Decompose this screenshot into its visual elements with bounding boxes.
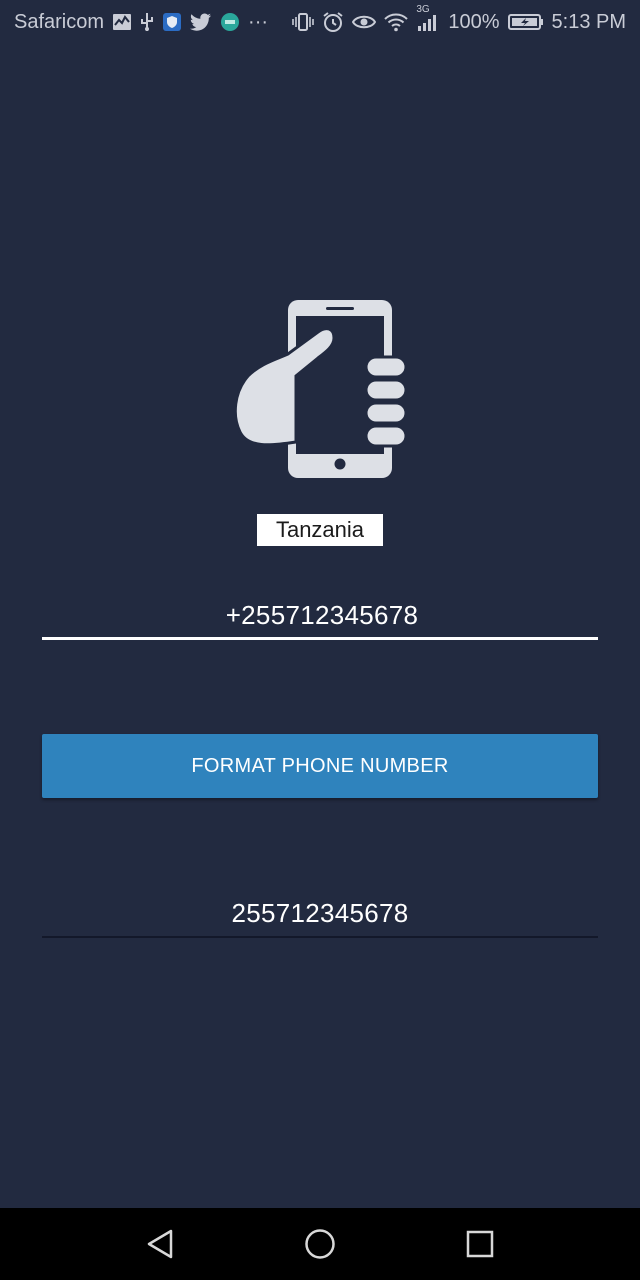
shield-icon xyxy=(162,12,182,32)
home-icon xyxy=(305,1229,335,1259)
navigation-bar xyxy=(0,1208,640,1280)
phone-input-field xyxy=(42,592,602,640)
status-bar-right: 3G 100% 5:13 PM xyxy=(292,4,626,34)
phone-number-input[interactable] xyxy=(42,592,602,638)
battery-charging-icon xyxy=(507,13,544,31)
country-label[interactable]: Tanzania xyxy=(257,514,383,546)
back-icon xyxy=(147,1229,173,1259)
status-bar-left: Safaricom ··· xyxy=(14,11,268,34)
signal-icon: 3G xyxy=(416,4,440,32)
eye-icon xyxy=(352,13,377,31)
app-badge-icon xyxy=(220,12,240,32)
formatted-result-field: 255712345678 xyxy=(42,890,598,938)
network-type-label: 3G xyxy=(416,4,430,15)
carrier-name: Safaricom xyxy=(14,10,105,33)
screen: Safaricom ··· 3G 100% 5:13 PM Tanzania +… xyxy=(0,0,640,1280)
formatted-result-value: 255712345678 xyxy=(231,898,409,928)
vibrate-icon xyxy=(292,12,315,32)
alarm-icon xyxy=(322,11,344,33)
status-bar: Safaricom ··· 3G 100% 5:13 PM xyxy=(0,0,640,44)
recents-button[interactable] xyxy=(450,1214,510,1274)
activity-icon xyxy=(112,13,132,31)
usb-icon xyxy=(140,12,154,32)
format-phone-number-button[interactable]: FORMAT PHONE NUMBER xyxy=(42,734,598,798)
clock: 5:13 PM xyxy=(551,10,626,33)
wifi-icon xyxy=(384,12,409,32)
overflow-indicator: ··· xyxy=(248,10,269,33)
back-button[interactable] xyxy=(130,1214,190,1274)
battery-percent: 100% xyxy=(448,10,500,33)
recents-icon xyxy=(466,1230,494,1258)
hand-holding-phone-icon xyxy=(230,296,410,480)
home-button[interactable] xyxy=(290,1214,350,1274)
twitter-icon xyxy=(190,13,212,31)
